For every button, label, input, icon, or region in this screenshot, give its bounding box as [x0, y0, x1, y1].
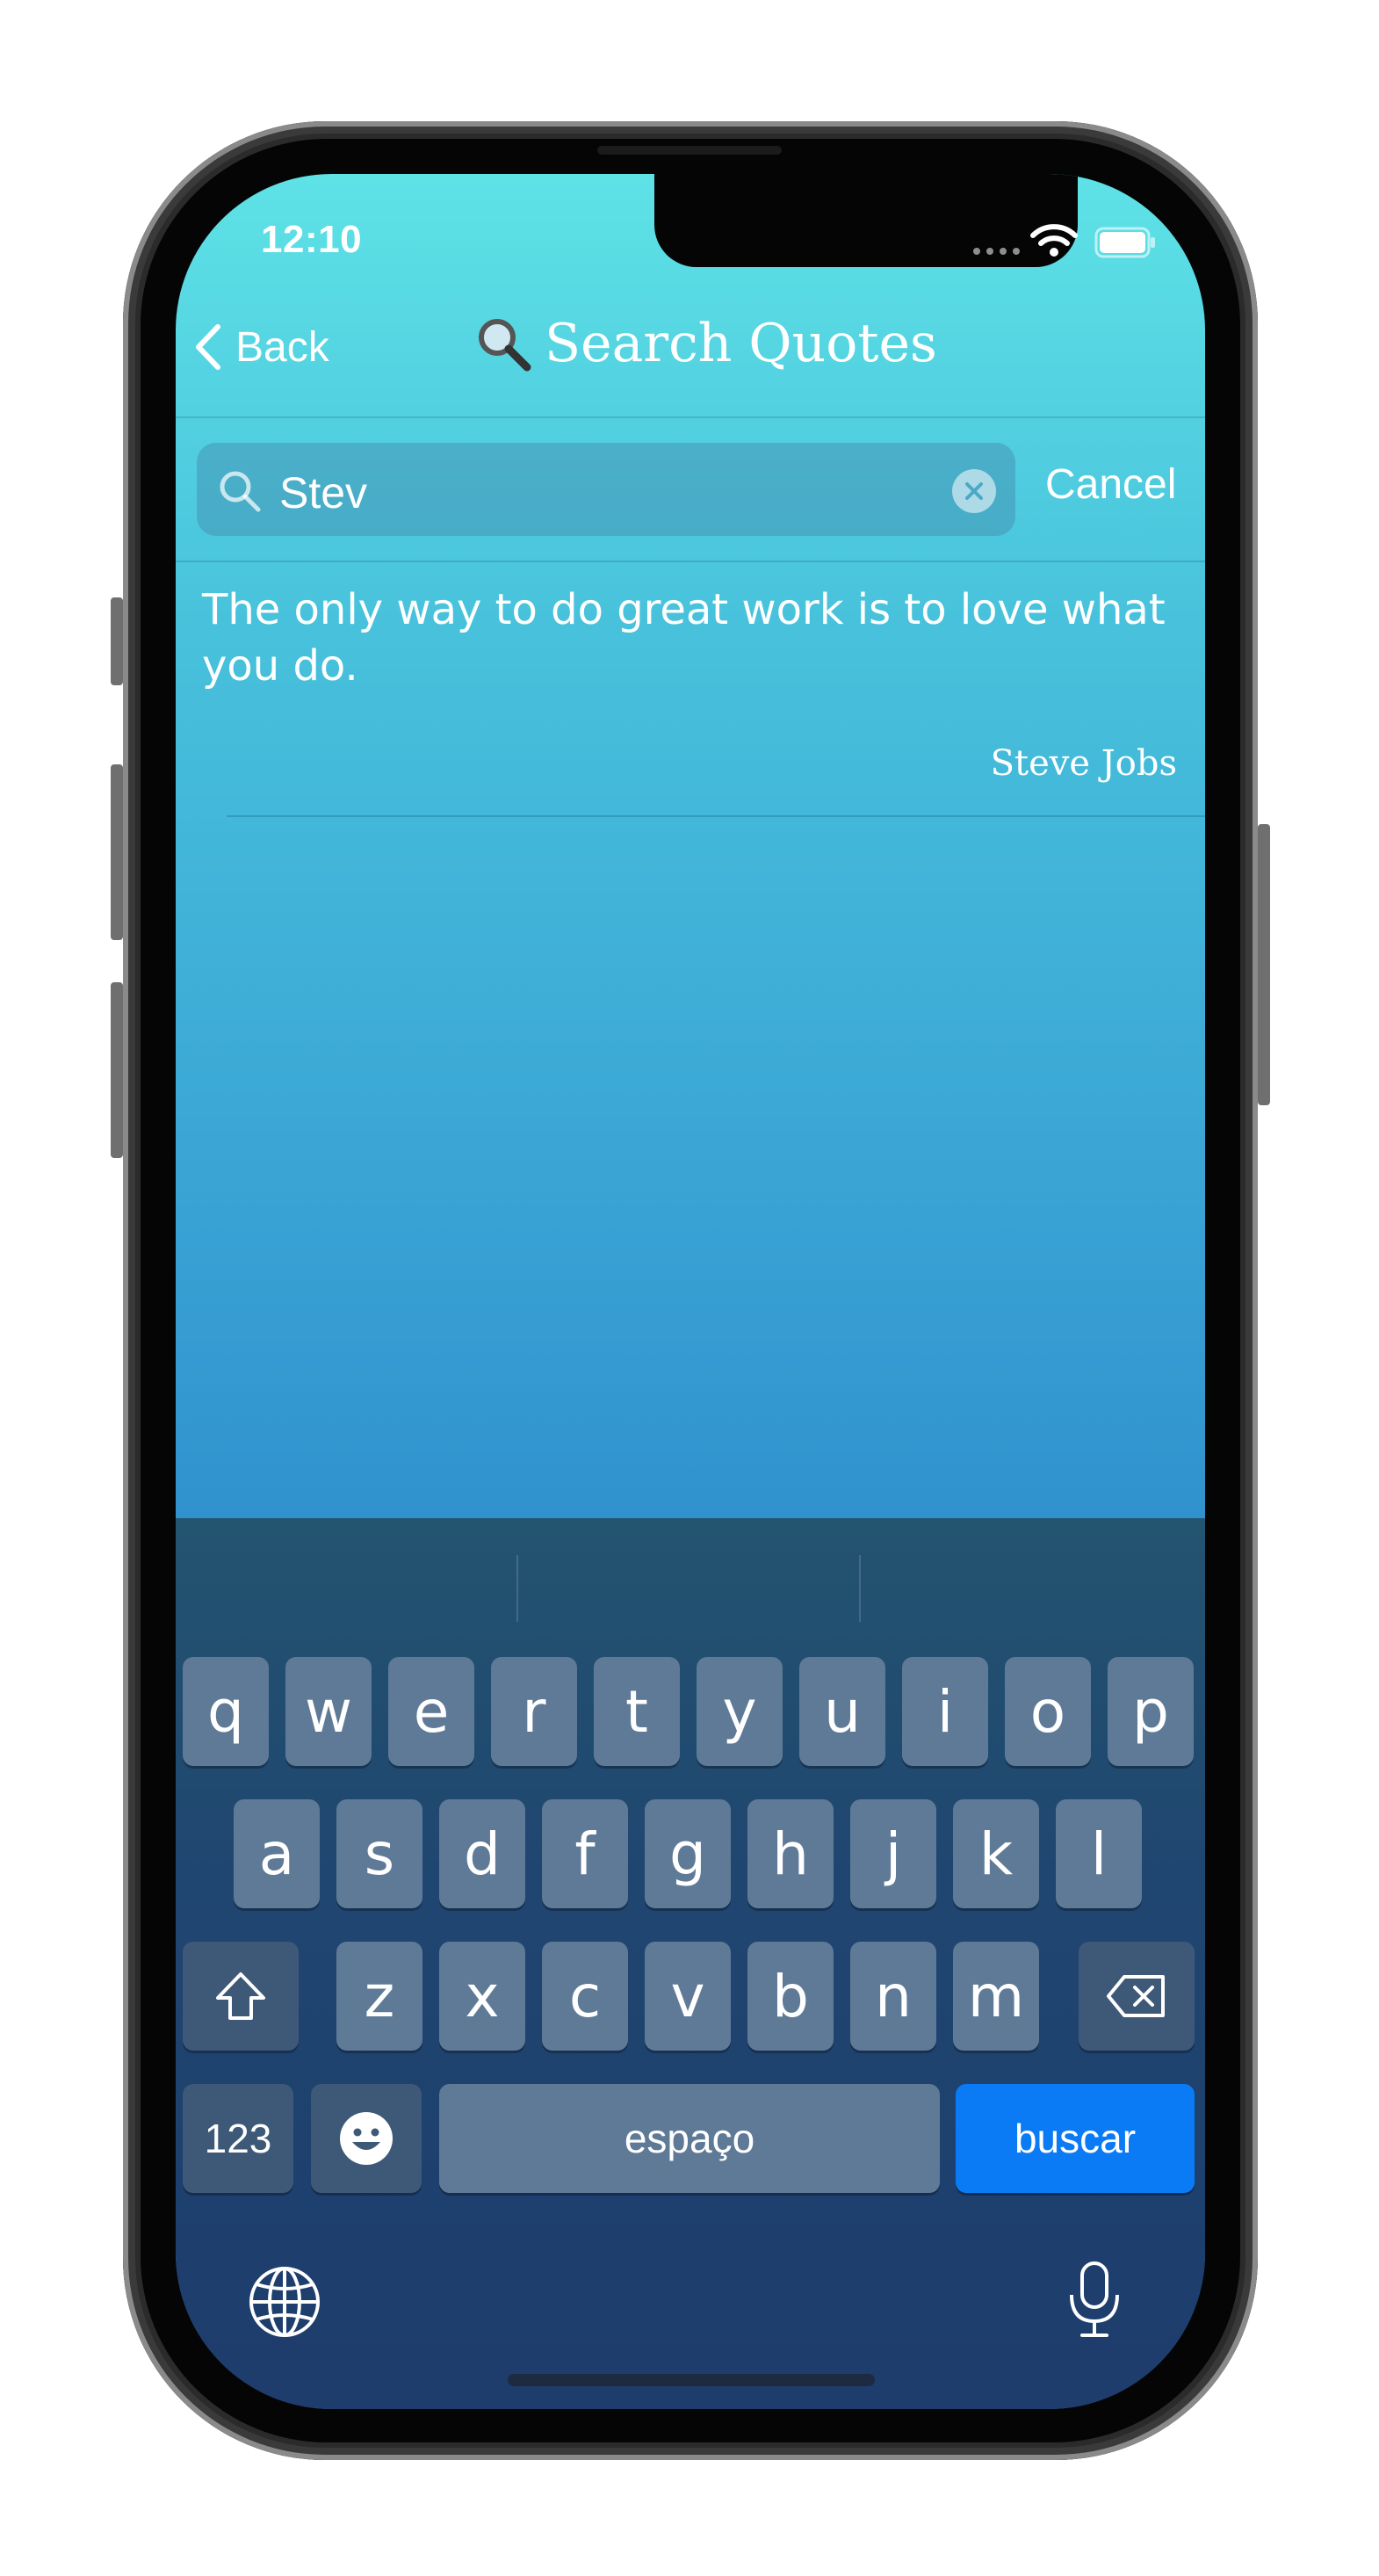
key-e[interactable]: e: [388, 1657, 474, 1766]
key-i[interactable]: i: [902, 1657, 988, 1766]
volume-up-button: [111, 764, 123, 940]
home-indicator[interactable]: [508, 2374, 875, 2386]
status-time: 12:10: [261, 218, 363, 261]
key-x[interactable]: x: [439, 1942, 525, 2051]
wifi-icon: [1030, 224, 1078, 257]
chevron-left-icon: [196, 324, 220, 370]
cancel-button[interactable]: Cancel: [1045, 460, 1176, 509]
key-y[interactable]: y: [697, 1657, 783, 1766]
row-separator: [227, 815, 1205, 817]
key-u[interactable]: u: [799, 1657, 885, 1766]
suggestion-separator: [516, 1555, 518, 1622]
key-v[interactable]: v: [645, 1942, 731, 2051]
key-p[interactable]: p: [1108, 1657, 1194, 1766]
key-w[interactable]: w: [285, 1657, 372, 1766]
key-r[interactable]: r: [491, 1657, 577, 1766]
delete-key[interactable]: [1079, 1942, 1195, 2051]
mute-switch: [111, 597, 123, 685]
quote-text: The only way to do great work is to love…: [202, 585, 1166, 691]
page-title: Search Quotes: [474, 313, 937, 374]
key-m[interactable]: m: [953, 1942, 1039, 2051]
key-o[interactable]: o: [1005, 1657, 1091, 1766]
back-label: Back: [235, 323, 329, 371]
key-j[interactable]: j: [850, 1799, 936, 1908]
key-b[interactable]: b: [747, 1942, 834, 2051]
key-t[interactable]: t: [594, 1657, 680, 1766]
key-d[interactable]: d: [439, 1799, 525, 1908]
battery-icon: [1094, 227, 1155, 258]
keyboard: q w e r t y u i o p a s d f g h j k l z …: [176, 1518, 1205, 2409]
search-icon: [220, 471, 261, 512]
shift-key[interactable]: [183, 1942, 299, 2051]
quote-author: Steve Jobs: [990, 743, 1177, 784]
emoji-smiley-icon: [340, 2112, 393, 2165]
cellular-signal-icon: [973, 248, 1020, 255]
key-g[interactable]: g: [645, 1799, 731, 1908]
key-l[interactable]: l: [1056, 1799, 1142, 1908]
key-h[interactable]: h: [747, 1799, 834, 1908]
key-a[interactable]: a: [234, 1799, 320, 1908]
key-s[interactable]: s: [336, 1799, 422, 1908]
emoji-key[interactable]: [311, 2084, 422, 2193]
magnifying-glass-emoji-icon: [479, 319, 531, 372]
backspace-icon: [1107, 1975, 1165, 2017]
power-button: [1258, 824, 1270, 1105]
globe-icon[interactable]: [248, 2265, 321, 2339]
title-text: Search Quotes: [545, 313, 937, 374]
screen: 12:10 Back Search Quotes Stev Cancel The…: [176, 174, 1205, 2409]
back-button[interactable]: Back: [193, 322, 329, 373]
volume-down-button: [111, 982, 123, 1158]
key-z[interactable]: z: [336, 1942, 422, 2051]
search-input[interactable]: Stev: [197, 443, 1015, 536]
suggestion-separator: [859, 1555, 861, 1622]
key-k[interactable]: k: [953, 1799, 1039, 1908]
numbers-key[interactable]: 123: [183, 2084, 293, 2193]
key-n[interactable]: n: [850, 1942, 936, 2051]
search-value: Stev: [279, 468, 368, 517]
nav-divider: [176, 416, 1205, 418]
earpiece-speaker: [597, 146, 782, 155]
shift-arrow-icon: [216, 1972, 265, 2020]
key-q[interactable]: q: [183, 1657, 269, 1766]
list-item[interactable]: The only way to do great work is to love…: [176, 561, 1205, 817]
key-f[interactable]: f: [542, 1799, 628, 1908]
microphone-icon[interactable]: [1066, 2260, 1123, 2341]
clear-search-button[interactable]: [952, 469, 996, 513]
close-icon: [965, 482, 983, 500]
key-c[interactable]: c: [542, 1942, 628, 2051]
space-key[interactable]: espaço: [439, 2084, 940, 2193]
search-return-key[interactable]: buscar: [956, 2084, 1195, 2193]
